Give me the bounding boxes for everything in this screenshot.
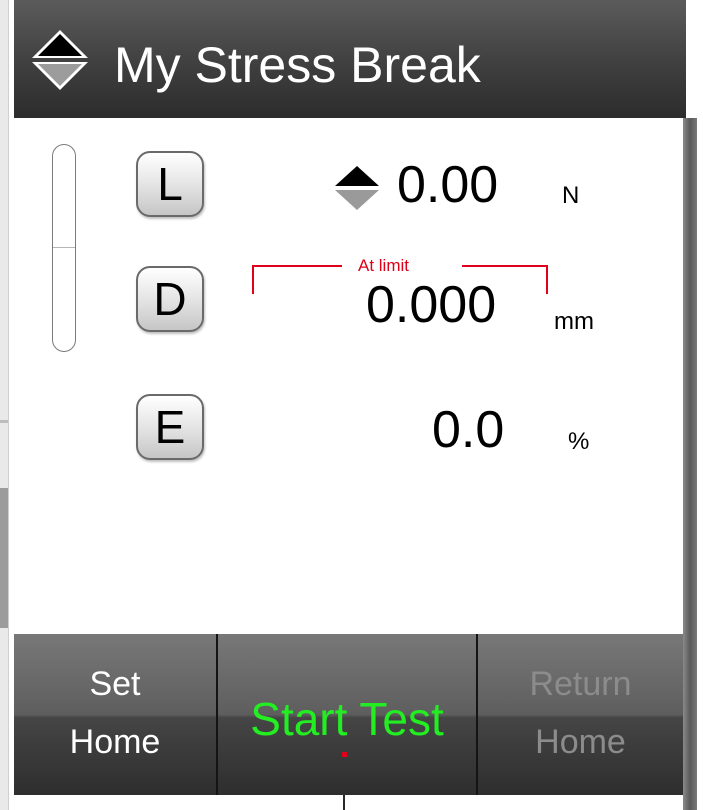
edge-scroll-indicator [0, 488, 8, 628]
load-direction-arrows-icon[interactable] [332, 164, 382, 212]
up-down-arrows-icon[interactable] [30, 28, 90, 92]
window-title: My Stress Break [114, 37, 481, 93]
set-home-button[interactable]: Set Home [14, 634, 216, 795]
extension-button[interactable]: E [136, 394, 204, 460]
return-home-button[interactable]: Return Home [478, 634, 683, 795]
extension-unit: % [568, 428, 590, 455]
displacement-unit: mm [554, 308, 594, 335]
return-home-label-line1: Return [529, 665, 632, 703]
return-home-label-line2: Home [535, 723, 626, 761]
focus-line [343, 795, 345, 810]
load-button[interactable]: L [136, 151, 204, 217]
vertical-slider[interactable] [52, 144, 76, 352]
set-home-label-line2: Home [69, 723, 161, 761]
vertical-scrollbar[interactable] [683, 118, 697, 810]
start-test-label: Start Test [250, 693, 444, 745]
displacement-value: 0.000 [366, 276, 497, 334]
slider-midline [53, 247, 75, 248]
readout-area: L 0.00 N D At limit 0.000 mm E 0.0 % [14, 118, 683, 634]
window-left-edge [0, 0, 9, 810]
title-bar[interactable]: My Stress Break [14, 0, 686, 118]
bottom-strip [14, 795, 683, 810]
bottom-toolbar: Set Home Start Test Return Home [14, 634, 683, 795]
start-test-focus-dot [342, 752, 347, 757]
at-limit-label: At limit [358, 256, 409, 275]
load-unit: N [562, 182, 580, 209]
set-home-label-line1: Set [89, 665, 141, 703]
extension-value: 0.0 [432, 401, 505, 459]
stress-break-panel: My Stress Break L 0.00 N D At limit 0.00… [14, 0, 697, 810]
displacement-button[interactable]: D [136, 266, 204, 332]
start-test-button[interactable]: Start Test [218, 634, 476, 795]
edge-tick [0, 420, 8, 423]
load-value: 0.00 [397, 156, 499, 214]
